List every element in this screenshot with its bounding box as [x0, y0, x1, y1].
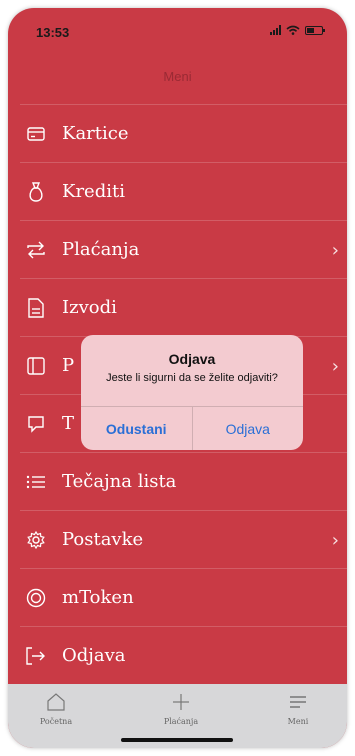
tab-label: Meni — [287, 717, 309, 726]
status-time: 13:53 — [36, 25, 70, 40]
money-bag-icon — [24, 180, 48, 204]
menu-item-placanja[interactable]: Plaćanja › — [20, 220, 347, 278]
menu-item-label: Izvodi — [62, 297, 117, 318]
menu-item-label: Kartice — [62, 123, 129, 144]
chevron-right-icon: › — [331, 356, 339, 377]
chat-icon — [24, 412, 48, 436]
tab-label: Plaćanja — [163, 717, 199, 726]
chevron-right-icon: › — [331, 240, 339, 261]
gear-icon — [24, 528, 48, 552]
menu-item-krediti[interactable]: Krediti — [20, 162, 347, 220]
phone-screen: 13:53 Meni Kartice Krediti Plaćanja › Iz… — [8, 8, 347, 748]
home-icon — [16, 690, 96, 714]
menu-item-label: Odjava — [62, 645, 126, 666]
menu-item-label: T — [62, 413, 75, 434]
wifi-icon — [286, 25, 300, 35]
alert-title: Odjava — [168, 351, 216, 367]
menu-item-odjava[interactable]: Odjava — [20, 626, 347, 684]
menu-icon — [258, 690, 338, 714]
confirm-logout-button[interactable]: Odjava — [193, 407, 304, 450]
menu-item-label: Tečajna lista — [62, 471, 177, 492]
panel-icon — [24, 354, 48, 378]
menu-item-label: P — [62, 355, 75, 376]
logout-icon — [24, 644, 48, 668]
document-icon — [24, 296, 48, 320]
tab-payments[interactable]: Plaćanja — [141, 690, 221, 726]
alert-message: Jeste li sigurni da se želite odjaviti? — [106, 372, 278, 384]
menu-item-label: Krediti — [62, 181, 125, 202]
menu-item-izvodi[interactable]: Izvodi — [20, 278, 347, 336]
menu-item-label: Plaćanja — [62, 239, 140, 260]
chevron-right-icon: › — [331, 530, 339, 551]
home-indicator — [121, 738, 233, 742]
alert-actions: Odustani Odjava — [81, 406, 303, 450]
menu-item-label: mToken — [62, 587, 134, 608]
cancel-button[interactable]: Odustani — [81, 407, 193, 450]
tab-label: Početna — [39, 717, 73, 726]
signal-icon — [270, 25, 281, 35]
list-icon — [24, 470, 48, 494]
status-bar: 13:53 — [8, 8, 347, 52]
token-icon — [24, 586, 48, 610]
menu-item-mtoken[interactable]: mToken — [20, 568, 347, 626]
menu-item-kartice[interactable]: Kartice — [20, 104, 347, 162]
status-icons — [270, 25, 325, 35]
tab-home[interactable]: Početna — [16, 690, 96, 726]
plus-icon — [141, 690, 221, 714]
transfer-arrows-icon — [24, 238, 48, 262]
battery-icon — [305, 25, 325, 35]
menu-item-postavke[interactable]: Postavke › — [20, 510, 347, 568]
card-icon — [24, 122, 48, 146]
menu-item-tecajna-lista[interactable]: Tečajna lista — [20, 452, 347, 510]
tab-menu[interactable]: Meni — [258, 690, 338, 726]
logout-alert-dialog: Odjava Jeste li sigurni da se želite odj… — [81, 335, 303, 450]
menu-item-label: Postavke — [62, 529, 144, 550]
page-title: Meni — [163, 69, 192, 84]
